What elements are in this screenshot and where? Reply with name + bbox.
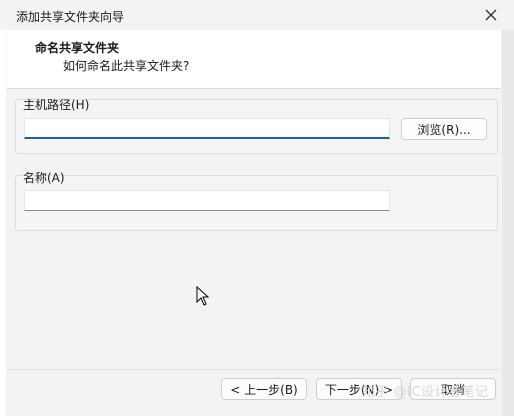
background-window-edge xyxy=(0,30,6,416)
close-icon xyxy=(485,9,497,21)
browse-button[interactable]: 浏览(R)... xyxy=(401,118,487,140)
host-path-input[interactable] xyxy=(24,118,390,139)
mouse-pointer-icon xyxy=(196,286,210,306)
window-title: 添加共享文件夹向导 xyxy=(16,10,125,24)
title-bar: 添加共享文件夹向导 xyxy=(0,0,514,30)
close-button[interactable] xyxy=(482,6,500,24)
next-button[interactable]: 下一步(N) > xyxy=(316,378,402,400)
share-name-label: 名称(A) xyxy=(23,171,65,185)
background-scroll-edge xyxy=(502,30,514,416)
back-button[interactable]: < 上一步(B) xyxy=(221,378,307,400)
cancel-button[interactable]: 取消 xyxy=(410,378,496,400)
wizard-header: 命名共享文件夹 如何命名此共享文件夹? xyxy=(7,30,501,89)
page-title: 命名共享文件夹 xyxy=(35,41,120,55)
page-subtitle: 如何命名此共享文件夹? xyxy=(63,59,190,73)
share-name-input[interactable] xyxy=(24,190,390,211)
footer-divider xyxy=(7,369,501,370)
host-path-label: 主机路径(H) xyxy=(23,98,90,112)
